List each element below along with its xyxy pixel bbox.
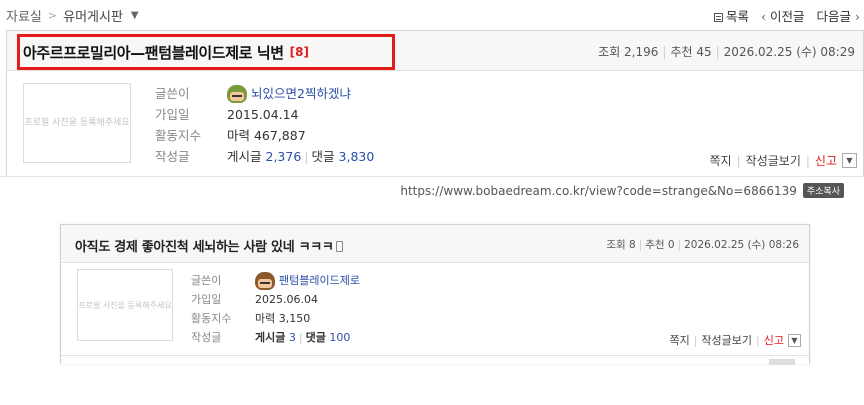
- author-values: 뇌있으면2찍하겠냐 2015.04.14 마력 467,887 게시글 2,37…: [227, 83, 374, 167]
- message-button[interactable]: 쪽지: [669, 332, 689, 348]
- embedded-profile-photo: 프로필 사진을 등록해주세요: [77, 269, 173, 341]
- mobile-icon: [335, 241, 343, 252]
- posts-count[interactable]: 2,376: [266, 149, 302, 164]
- avatar-icon: [255, 271, 275, 290]
- post-meta: 조회 2,196 | 추천 45 | 2026.02.25 (수) 08:29: [598, 43, 855, 60]
- embedded-title: 아직도 경제 좋아진척 세뇌하는 사람 있네 ㅋㅋㅋ: [75, 240, 334, 255]
- author-nickname: 뇌있으면2찍하겠냐: [251, 86, 351, 101]
- label-writer: 글쓴이: [191, 274, 222, 287]
- breadcrumb-root[interactable]: 자료실: [6, 6, 42, 25]
- caret-down-icon[interactable]: ▼: [842, 153, 857, 168]
- embedded-activity: 마력 3,150: [255, 312, 311, 325]
- comments-label: 댓글: [311, 149, 335, 164]
- chevron-right-icon: ›: [851, 8, 860, 24]
- comments-count[interactable]: 3,830: [339, 149, 375, 164]
- meta-divider: |: [638, 239, 643, 251]
- embedded-post-counts: 게시글 3 | 댓글 100: [255, 328, 360, 347]
- report-button[interactable]: 신고: [764, 332, 784, 348]
- meta-divider: |: [662, 45, 667, 59]
- label-posts: 작성글: [155, 149, 190, 164]
- next-label: 다음글: [816, 8, 852, 24]
- list-label: 목록: [725, 8, 749, 24]
- title-highlight-box: 아주르프로밀리아—팬텀블레이드제로 닉변 [8]: [17, 34, 395, 70]
- post-container: 아주르프로밀리아—팬텀블레이드제로 닉변 [8] 조회 2,196 | 추천 45 |…: [6, 30, 864, 176]
- meta-divider: |: [715, 45, 720, 59]
- label-joined: 가입일: [191, 293, 222, 306]
- label-writer: 글쓴이: [155, 86, 190, 101]
- breadcrumb-current[interactable]: 유머게시판: [63, 6, 123, 25]
- posts-label: 게시글: [255, 331, 286, 344]
- caret-down-icon[interactable]: ▼: [131, 10, 139, 21]
- embedded-joined: 2025.06.04: [255, 293, 318, 306]
- embedded-values: 팬텀블레이드제로 2025.06.04 마력 3,150 게시글 3 | 댓글 10…: [255, 271, 360, 347]
- embedded-view-count: 조회 8: [606, 239, 636, 251]
- copy-url-button[interactable]: 주소복사: [802, 183, 844, 198]
- post-date: 2026.02.25 (수) 08:29: [723, 45, 855, 59]
- section-divider: [0, 176, 864, 177]
- embedded-labels: 글쓴이 가입일 활동지수 작성글: [191, 271, 231, 347]
- label-activity: 활동지수: [191, 312, 232, 325]
- action-divider: |: [805, 153, 810, 168]
- embedded-date: 2026.02.25 (수) 08:26: [684, 239, 799, 251]
- embedded-title-wrap: 아직도 경제 좋아진척 세뇌하는 사람 있네 ㅋㅋㅋ: [75, 236, 343, 255]
- view-posts-button[interactable]: 작성글보기: [701, 332, 752, 348]
- author-post-counts: 게시글 2,376 | 댓글 3,830: [227, 146, 374, 167]
- count-divider: |: [298, 331, 303, 344]
- embedded-nickname: 팬텀블레이드제로: [279, 274, 360, 287]
- breadcrumb: 자료실 > 유머게시판 ▼: [6, 6, 139, 25]
- list-icon: [713, 12, 723, 22]
- label-posts: 작성글: [191, 331, 222, 344]
- action-divider: |: [693, 333, 698, 347]
- author-joined: 2015.04.14: [227, 107, 299, 122]
- count-divider: |: [304, 149, 309, 164]
- label-joined: 가입일: [155, 107, 190, 122]
- post-header: 아주르프로밀리아—팬텀블레이드제로 닉변 [8] 조회 2,196 | 추천 45 |…: [7, 31, 863, 71]
- author-info: 프로필 사진을 등록해주세요 글쓴이 가입일 활동지수 작성글 뇌있으면2찍하겠…: [7, 71, 863, 177]
- action-divider: |: [736, 153, 741, 168]
- report-button[interactable]: 신고: [815, 152, 837, 169]
- embedded-header: 아직도 경제 좋아진척 세뇌하는 사람 있네 ㅋㅋㅋ 조회 8 | 추천 0 | 202…: [61, 225, 809, 263]
- action-divider: |: [756, 333, 760, 347]
- list-button[interactable]: 목록: [713, 6, 749, 25]
- author-activity: 마력 467,887: [227, 128, 306, 143]
- post-url[interactable]: https://www.bobaedream.co.kr/view?code=s…: [400, 184, 797, 198]
- prev-label: 이전글: [769, 8, 805, 24]
- embedded-bottom-button[interactable]: [769, 359, 795, 365]
- author-nickname-link[interactable]: 뇌있으면2찍하겠냐: [227, 83, 374, 104]
- embedded-nickname-link[interactable]: 팬텀블레이드제로: [255, 271, 360, 290]
- embedded-actions: 쪽지 | 작성글보기 | 신고 ▼: [669, 332, 801, 348]
- embedded-comments-count[interactable]: 100: [329, 331, 350, 344]
- embedded-recommend-count: 추천 0: [645, 239, 675, 251]
- view-count: 조회 2,196: [598, 45, 659, 59]
- author-actions: 쪽지 | 작성글보기 | 신고 ▼: [710, 152, 857, 169]
- post-navigation: 목록 ‹ 이전글 다음글 ›: [713, 0, 861, 30]
- posts-label: 게시글: [227, 149, 262, 164]
- prev-button[interactable]: ‹ 이전글: [761, 6, 805, 25]
- view-posts-button[interactable]: 작성글보기: [746, 152, 801, 169]
- chevron-left-icon: ‹: [761, 8, 770, 24]
- author-labels: 글쓴이 가입일 활동지수 작성글: [155, 83, 201, 167]
- url-row: https://www.bobaedream.co.kr/view?code=s…: [400, 183, 844, 198]
- breadcrumb-separator: >: [47, 8, 58, 22]
- message-button[interactable]: 쪽지: [710, 152, 732, 169]
- profile-photo-placeholder: 프로필 사진을 등록해주세요: [23, 83, 131, 163]
- caret-down-icon[interactable]: ▼: [788, 333, 801, 347]
- label-activity: 활동지수: [155, 128, 202, 143]
- next-button[interactable]: 다음글 ›: [817, 6, 861, 25]
- post-title: 아주르프로밀리아—팬텀블레이드제로 닉변: [23, 43, 284, 62]
- embedded-meta: 조회 8 | 추천 0 | 2026.02.25 (수) 08:26: [606, 237, 799, 252]
- embedded-posts-count[interactable]: 3: [289, 331, 296, 344]
- embedded-post: 아직도 경제 좋아진척 세뇌하는 사람 있네 ㅋㅋㅋ 조회 8 | 추천 0 | 202…: [60, 224, 810, 365]
- meta-divider: |: [677, 239, 682, 251]
- top-bar: 자료실 > 유머게시판 ▼ 목록 ‹ 이전글 다음글 ›: [0, 0, 864, 30]
- comments-label: 댓글: [305, 331, 326, 344]
- avatar-icon: [227, 84, 247, 103]
- recommend-count: 추천 45: [670, 45, 712, 59]
- reply-count[interactable]: [8]: [290, 45, 309, 59]
- embedded-divider: [61, 355, 809, 356]
